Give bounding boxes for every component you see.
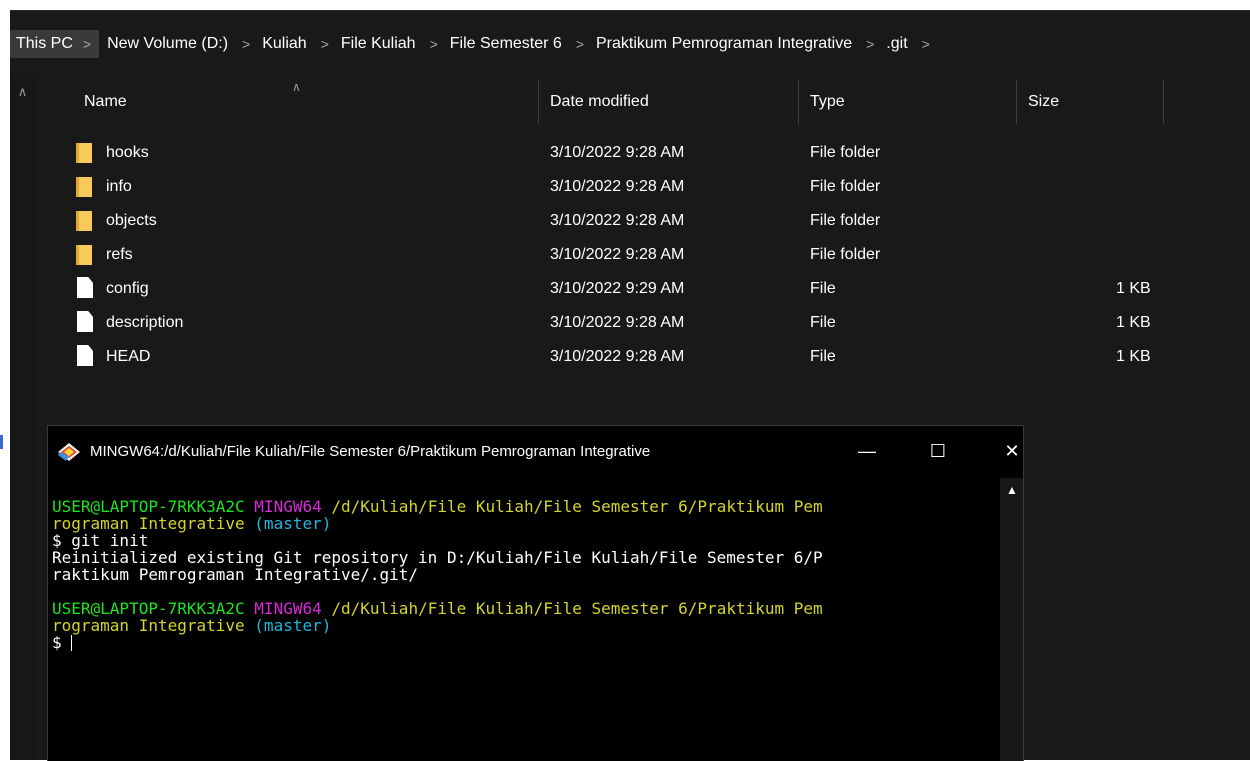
file-icon	[77, 277, 93, 298]
file-name: info	[106, 178, 132, 195]
prompt-path-continued: rograman Integrative	[52, 616, 245, 635]
folder-icon	[76, 177, 92, 197]
file-date: 3/10/2022 9:28 AM	[550, 246, 685, 263]
table-row[interactable]: info 3/10/2022 9:28 AM File folder	[0, 170, 1250, 204]
column-divider[interactable]	[1016, 80, 1017, 124]
column-header-size[interactable]: Size	[1028, 82, 1059, 122]
git-bash-terminal-window[interactable]: MINGW64:/d/Kuliah/File Kuliah/File Semes…	[47, 425, 1024, 761]
address-bar[interactable]: This PC > New Volume (D:) > Kuliah > Fil…	[10, 10, 1250, 71]
file-type: File	[810, 280, 836, 297]
file-icon	[77, 311, 93, 332]
file-date: 3/10/2022 9:28 AM	[550, 314, 685, 331]
file-name: HEAD	[106, 348, 151, 365]
file-size: 1 KB	[1116, 348, 1151, 365]
file-name: config	[106, 280, 149, 297]
minimize-button[interactable]: —	[847, 436, 887, 466]
file-name: hooks	[106, 144, 149, 161]
git-bash-icon	[58, 443, 80, 461]
breadcrumb-separator[interactable]: >	[566, 36, 592, 52]
breadcrumb-kuliah[interactable]: Kuliah	[258, 30, 310, 58]
file-date: 3/10/2022 9:28 AM	[550, 212, 685, 229]
close-button[interactable]: ✕	[992, 436, 1032, 466]
column-header-name[interactable]: Name	[84, 82, 127, 122]
file-type: File folder	[810, 178, 881, 195]
file-type: File	[810, 314, 836, 331]
breadcrumb: This PC > New Volume (D:) > Kuliah > Fil…	[10, 11, 938, 77]
breadcrumb-separator[interactable]: >	[232, 36, 258, 52]
table-row[interactable]: config 3/10/2022 9:29 AM File 1 KB	[0, 272, 1250, 306]
top-strip	[0, 0, 1250, 10]
prompt-branch: (master)	[254, 616, 332, 635]
file-size: 1 KB	[1116, 280, 1151, 297]
table-row[interactable]: hooks 3/10/2022 9:28 AM File folder	[0, 136, 1250, 170]
column-divider[interactable]	[1163, 80, 1164, 124]
file-size: 1 KB	[1116, 314, 1151, 331]
breadcrumb-drive[interactable]: New Volume (D:)	[103, 30, 232, 58]
file-date: 3/10/2022 9:29 AM	[550, 280, 685, 297]
output-line: raktikum Pemrograman Integrative/.git/	[52, 565, 419, 584]
prompt-path: /d/Kuliah/File Kuliah/File Semester 6/Pr…	[331, 497, 823, 516]
scroll-up-icon[interactable]: ▲	[1004, 483, 1020, 499]
table-row[interactable]: HEAD 3/10/2022 9:28 AM File 1 KB	[0, 340, 1250, 374]
file-explorer-window: This PC > New Volume (D:) > Kuliah > Fil…	[0, 0, 1250, 761]
file-date: 3/10/2022 9:28 AM	[550, 144, 685, 161]
table-row[interactable]: objects 3/10/2022 9:28 AM File folder	[0, 204, 1250, 238]
breadcrumb-this-pc[interactable]: This PC	[10, 30, 83, 58]
terminal-scrollbar[interactable]	[1000, 478, 1023, 761]
file-date: 3/10/2022 9:28 AM	[550, 178, 685, 195]
column-divider[interactable]	[538, 80, 539, 124]
maximize-button[interactable]: ☐	[918, 436, 958, 466]
column-header-date[interactable]: Date modified	[550, 82, 649, 122]
file-type: File folder	[810, 212, 881, 229]
file-type: File folder	[810, 144, 881, 161]
file-name: objects	[106, 212, 157, 229]
breadcrumb-semester-6[interactable]: File Semester 6	[446, 30, 566, 58]
terminal-titlebar[interactable]: MINGW64:/d/Kuliah/File Kuliah/File Semes…	[48, 426, 1023, 478]
window-edge-mark	[0, 435, 3, 449]
scroll-up-icon[interactable]: ∧	[10, 82, 35, 102]
breadcrumb-separator[interactable]: >	[912, 36, 938, 52]
folder-icon	[76, 143, 92, 163]
column-header-type[interactable]: Type	[810, 82, 845, 122]
file-icon	[77, 345, 93, 366]
file-type: File	[810, 348, 836, 365]
file-date: 3/10/2022 9:28 AM	[550, 348, 685, 365]
breadcrumb-file-kuliah[interactable]: File Kuliah	[337, 30, 420, 58]
breadcrumb-separator[interactable]: >	[82, 30, 100, 58]
breadcrumb-praktikum[interactable]: Praktikum Pemrograman Integrative	[592, 30, 856, 58]
text-cursor	[71, 635, 73, 651]
breadcrumb-git[interactable]: .git	[882, 30, 911, 58]
folder-icon	[76, 245, 92, 265]
table-row[interactable]: description 3/10/2022 9:28 AM File 1 KB	[0, 306, 1250, 340]
breadcrumb-separator[interactable]: >	[856, 36, 882, 52]
terminal-title: MINGW64:/d/Kuliah/File Kuliah/File Semes…	[90, 443, 651, 460]
file-name: refs	[106, 246, 133, 263]
sort-up-icon: ∧	[292, 80, 301, 94]
table-row[interactable]: refs 3/10/2022 9:28 AM File folder	[0, 238, 1250, 272]
folder-icon	[76, 211, 92, 231]
current-prompt: $	[52, 633, 72, 652]
breadcrumb-separator[interactable]: >	[420, 36, 446, 52]
file-type: File folder	[810, 246, 881, 263]
column-divider[interactable]	[798, 80, 799, 124]
terminal-output[interactable]: USER@LAPTOP-7RKK3A2C MINGW64 /d/Kuliah/F…	[52, 498, 997, 651]
file-name: description	[106, 314, 184, 331]
breadcrumb-separator[interactable]: >	[311, 36, 337, 52]
prompt-branch: (master)	[254, 514, 332, 533]
prompt-path: /d/Kuliah/File Kuliah/File Semester 6/Pr…	[331, 599, 823, 618]
